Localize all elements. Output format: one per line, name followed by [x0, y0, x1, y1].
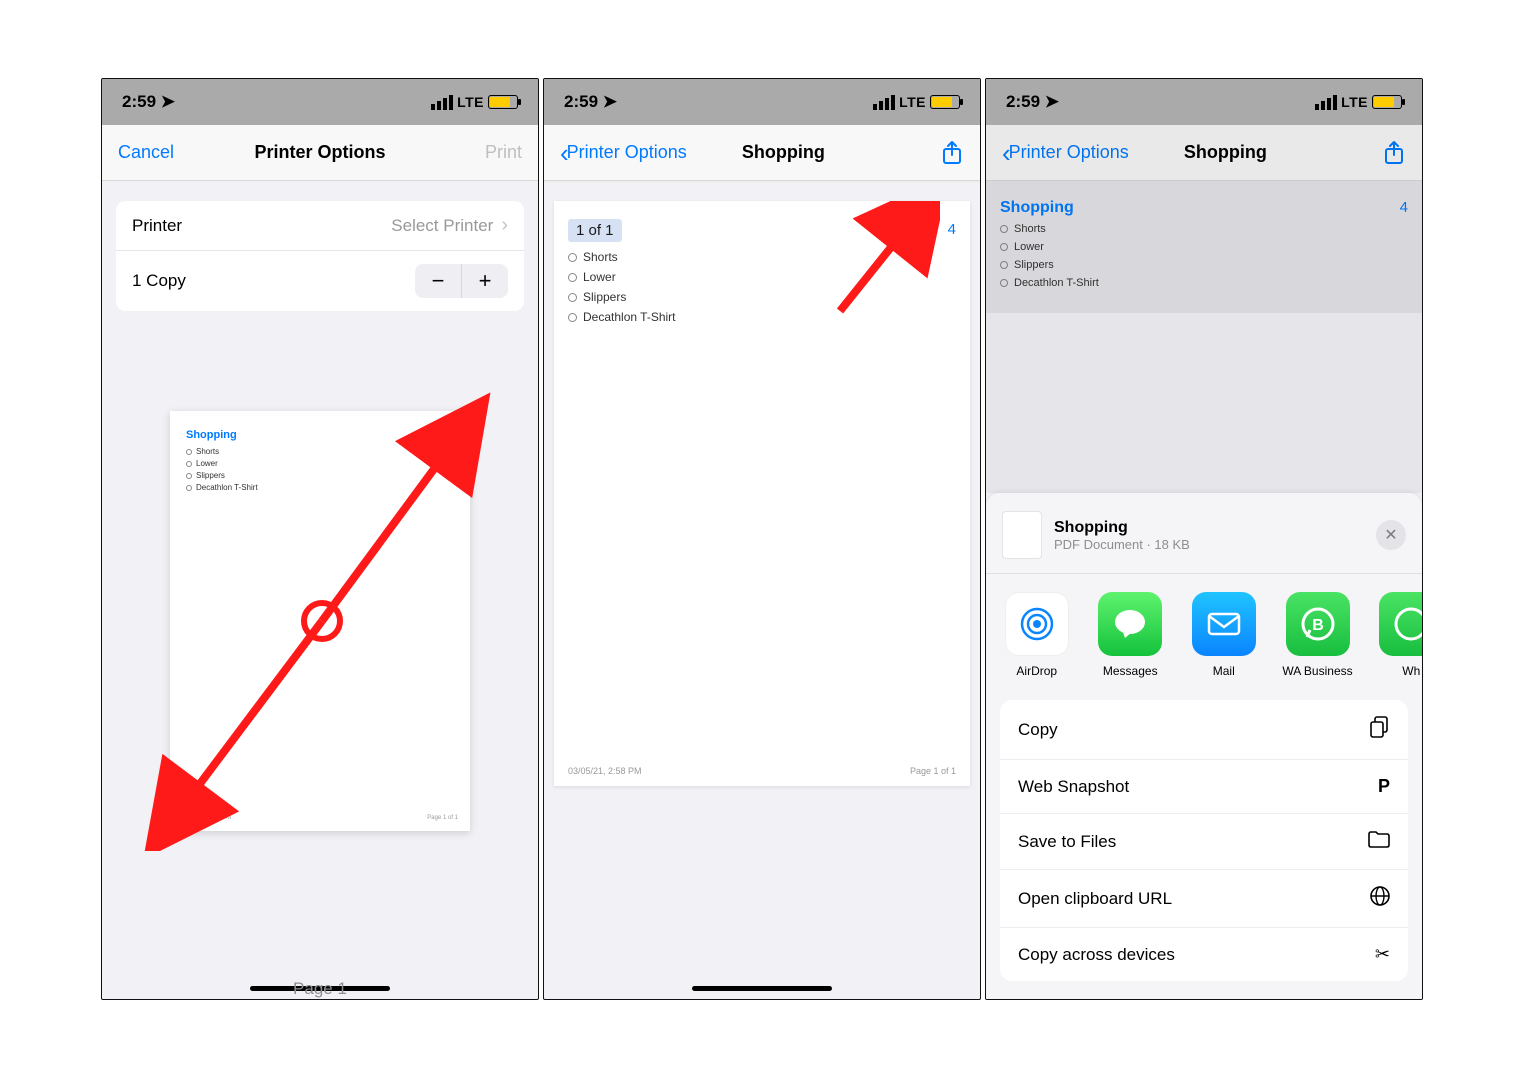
- status-time: 2:59 ➤: [564, 92, 617, 112]
- location-icon: ➤: [603, 92, 617, 112]
- sheet-subtitle: PDF Document · 18 KB: [1054, 537, 1190, 552]
- screen-preview-zoom: 2:59 ➤ LTE ‹ Printer Options Shopping 1 …: [543, 78, 981, 1000]
- doc-list: Shorts Lower Slippers Decathlon T-Shirt: [1000, 223, 1408, 289]
- back-button[interactable]: Printer Options: [567, 142, 687, 163]
- item-count: 4: [948, 221, 956, 238]
- status-time: 2:59 ➤: [122, 92, 175, 112]
- print-settings-group: Printer Select Printer › 1 Copy − +: [116, 201, 524, 311]
- p-icon: P: [1378, 776, 1390, 797]
- action-copy-across-devices[interactable]: Copy across devices ✂: [1000, 927, 1408, 981]
- page-preview-area[interactable]: Shopping 4 Shorts Lower Slippers Decathl…: [102, 311, 538, 1000]
- signal-icon: [873, 95, 895, 110]
- copy-icon: [1370, 716, 1390, 743]
- share-app-wa-business[interactable]: B WA Business: [1283, 592, 1353, 678]
- document-background: Shopping 4 Shorts Lower Slippers Decathl…: [986, 181, 1422, 313]
- status-bar: 2:59 ➤ LTE: [544, 79, 980, 125]
- nav-title: Shopping: [742, 142, 825, 163]
- share-app-airdrop[interactable]: AirDrop: [1002, 592, 1072, 678]
- screen-share-sheet: 2:59 ➤ LTE ‹ Printer Options Shopping Sh…: [985, 78, 1423, 1000]
- whatsapp-icon: [1379, 592, 1422, 656]
- folder-icon: [1368, 830, 1390, 853]
- battery-icon: [930, 95, 960, 109]
- share-app-whatsapp[interactable]: Wh: [1377, 592, 1423, 678]
- signal-icon: [431, 95, 453, 110]
- nav-title: Shopping: [1184, 142, 1267, 163]
- chevron-right-icon: ›: [501, 214, 508, 237]
- doc-thumbnail-icon: [1002, 511, 1042, 559]
- close-icon: ✕: [1384, 525, 1397, 545]
- share-app-messages[interactable]: Messages: [1096, 592, 1166, 678]
- location-icon: ➤: [161, 92, 175, 112]
- copies-stepper: − +: [415, 264, 508, 298]
- sheet-title: Shopping: [1054, 519, 1190, 537]
- share-icon[interactable]: [1382, 140, 1406, 166]
- mail-icon: [1192, 592, 1256, 656]
- page-label: Page 1: [293, 979, 347, 998]
- globe-icon: [1370, 886, 1390, 911]
- copies-label: 1 Copy: [132, 271, 186, 291]
- doc-title: Shopping: [1000, 199, 1074, 216]
- network-label: LTE: [457, 94, 484, 110]
- divider: [986, 573, 1422, 574]
- action-web-snapshot[interactable]: Web Snapshot P: [1000, 759, 1408, 813]
- stepper-minus[interactable]: −: [415, 264, 461, 298]
- document-background-pad: [986, 313, 1422, 493]
- navbar: ‹ Printer Options Shopping: [544, 125, 980, 181]
- actions-list: Copy Web Snapshot P Save to Files Open c…: [1000, 700, 1408, 981]
- share-icon[interactable]: [940, 140, 964, 166]
- printer-label: Printer: [132, 216, 182, 236]
- share-annotation-arrow-icon: [830, 201, 940, 321]
- status-bar: 2:59 ➤ LTE: [986, 79, 1422, 125]
- nav-title: Printer Options: [208, 142, 432, 163]
- back-button[interactable]: Printer Options: [1009, 142, 1129, 163]
- status-bar: 2:59 ➤ LTE: [102, 79, 538, 125]
- battery-icon: [1372, 95, 1402, 109]
- action-save-to-files[interactable]: Save to Files: [1000, 813, 1408, 869]
- page-count-badge: 1 of 1: [568, 219, 622, 242]
- airdrop-icon: [1005, 592, 1069, 656]
- share-app-mail[interactable]: Mail: [1189, 592, 1259, 678]
- action-open-clipboard-url[interactable]: Open clipboard URL: [1000, 869, 1408, 927]
- cancel-button[interactable]: Cancel: [118, 142, 174, 163]
- close-button[interactable]: ✕: [1376, 520, 1406, 550]
- stepper-plus[interactable]: +: [462, 264, 508, 298]
- signal-icon: [1315, 95, 1337, 110]
- screen-printer-options: 2:59 ➤ LTE Cancel Printer Options Print …: [101, 78, 539, 1000]
- copies-row: 1 Copy − +: [116, 250, 524, 311]
- location-icon: ➤: [1045, 92, 1059, 112]
- share-sheet: Shopping PDF Document · 18 KB ✕ AirDrop …: [986, 493, 1422, 999]
- action-copy[interactable]: Copy: [1000, 700, 1408, 759]
- share-apps-row[interactable]: AirDrop Messages Mail B WA Business: [986, 588, 1422, 694]
- navbar: ‹ Printer Options Shopping: [986, 125, 1422, 181]
- pinch-annotation-icon: [142, 371, 502, 851]
- printer-value: Select Printer: [391, 216, 493, 236]
- navbar: Cancel Printer Options Print: [102, 125, 538, 181]
- home-indicator[interactable]: [692, 986, 832, 991]
- scissors-icon: ✂: [1375, 944, 1390, 965]
- svg-text:B: B: [1312, 617, 1324, 634]
- sheet-header: Shopping PDF Document · 18 KB ✕: [986, 505, 1422, 573]
- network-label: LTE: [899, 94, 926, 110]
- doc-count: 4: [1400, 199, 1408, 216]
- printer-row[interactable]: Printer Select Printer ›: [116, 201, 524, 250]
- status-time: 2:59 ➤: [1006, 92, 1059, 112]
- battery-icon: [488, 95, 518, 109]
- whatsapp-business-icon: B: [1286, 592, 1350, 656]
- network-label: LTE: [1341, 94, 1368, 110]
- page-footer-left: 03/05/21, 2:58 PM: [568, 766, 642, 776]
- print-button[interactable]: Print: [485, 142, 522, 163]
- messages-icon: [1098, 592, 1162, 656]
- page-footer-right: Page 1 of 1: [910, 766, 956, 776]
